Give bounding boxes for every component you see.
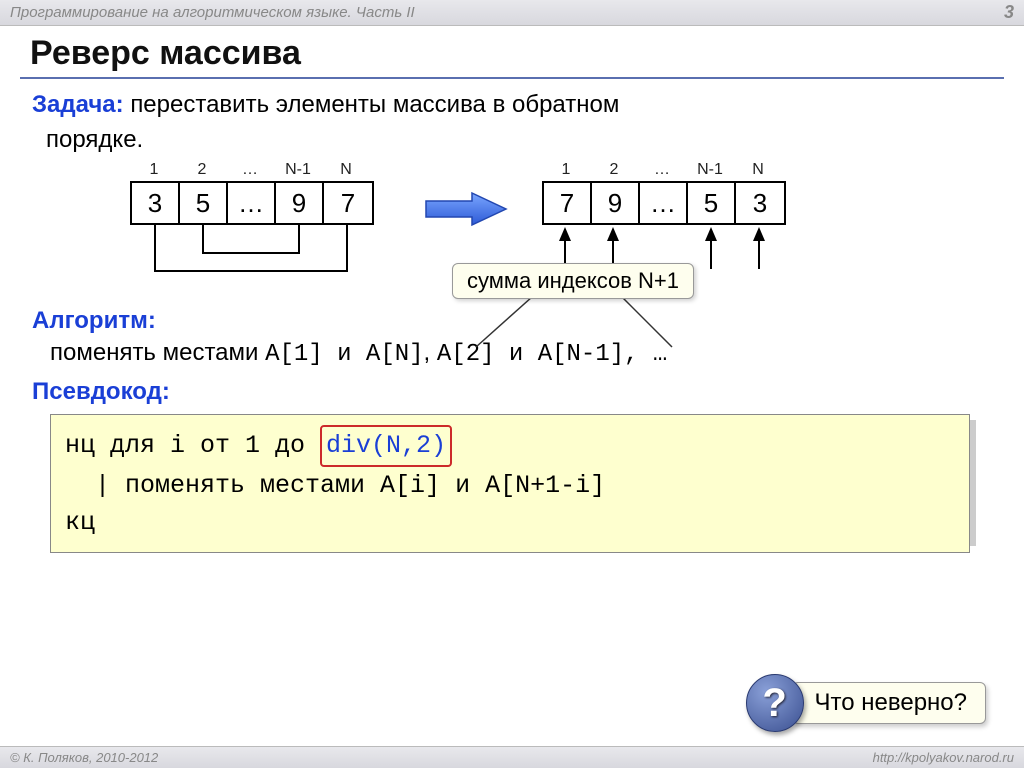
index-sum-callout: сумма индексов N+1 xyxy=(452,263,694,299)
cell: 5 xyxy=(180,183,228,223)
task-line1: Задача: переставить элементы массива в о… xyxy=(32,89,992,120)
div-call: div(N,2) xyxy=(320,425,452,467)
cell: 9 xyxy=(276,183,324,223)
indices-right: 1 2 … N-1 N xyxy=(542,161,782,179)
content-area: Задача: переставить элементы массива в о… xyxy=(0,89,1024,553)
header-bar: Программирование на алгоритмическом язык… xyxy=(0,0,1024,26)
question-icon: ? xyxy=(746,674,804,732)
indices-left: 1 2 … N-1 N xyxy=(130,161,370,179)
cell: … xyxy=(228,183,276,223)
header-title: Программирование на алгоритмическом язык… xyxy=(10,4,415,21)
cell: 9 xyxy=(592,183,640,223)
hint-group: ? Что неверно? xyxy=(746,674,986,732)
pseudocode-label: Псевдокод: xyxy=(32,378,992,406)
code-block: нц для i от 1 до div(N,2) | поменять мес… xyxy=(50,414,992,553)
hint-text: Что неверно? xyxy=(792,682,986,724)
code-content: нц для i от 1 до div(N,2) | поменять мес… xyxy=(50,414,970,553)
footer-right: http://kpolyakov.narod.ru xyxy=(873,750,1014,765)
title-rule xyxy=(20,77,1004,79)
page-number: 3 xyxy=(1004,2,1014,23)
cell: 3 xyxy=(132,183,180,223)
slide-title: Реверс массива xyxy=(0,26,1024,77)
cell: 7 xyxy=(544,183,592,223)
array-after: 7 9 … 5 3 xyxy=(542,181,786,225)
cell: … xyxy=(640,183,688,223)
footer-left: © К. Поляков, 2010-2012 xyxy=(10,750,158,765)
task-label: Задача: xyxy=(32,91,124,118)
array-before: 3 5 … 9 7 xyxy=(130,181,374,225)
cell: 7 xyxy=(324,183,372,223)
task-line2: порядке. xyxy=(46,124,992,155)
cell: 5 xyxy=(688,183,736,223)
cell: 3 xyxy=(736,183,784,223)
callout-pointer-icon xyxy=(472,297,732,353)
algorithm-section: сумма индексов N+1 Алгоритм: поменять ме… xyxy=(32,307,992,553)
footer-bar: © К. Поляков, 2010-2012 http://kpolyakov… xyxy=(0,746,1024,768)
